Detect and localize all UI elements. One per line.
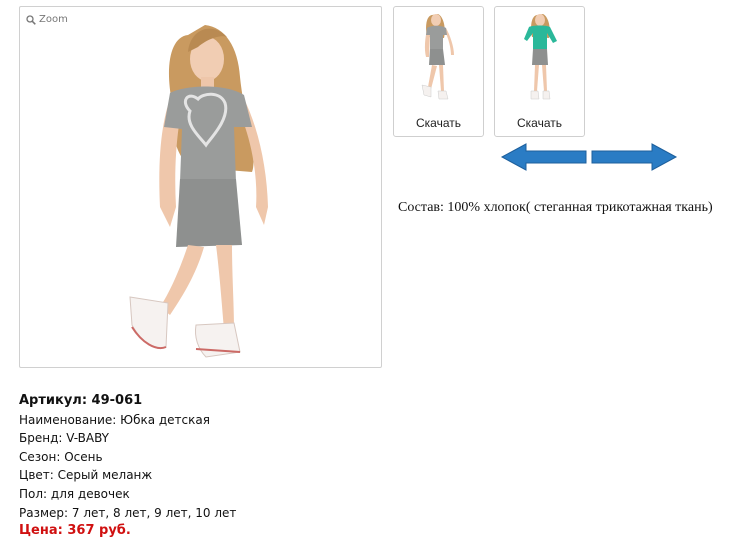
- carousel-arrows: [500, 143, 678, 171]
- arrow-left-icon[interactable]: [500, 143, 587, 171]
- arrow-right-icon[interactable]: [591, 143, 678, 171]
- thumbnail-1[interactable]: Скачать: [393, 6, 484, 137]
- product-color: Цвет: Серый меланж: [19, 468, 153, 483]
- product-price: Цена: 367 руб.: [19, 523, 131, 539]
- thumbnail-photo-grey-outfit: [421, 14, 454, 100]
- product-info: Артикул: 49-061 Наименование: Юбка детск…: [19, 392, 236, 541]
- product-name: Наименование: Юбка детская: [19, 412, 210, 427]
- product-gender: Пол: для девочек: [19, 486, 130, 501]
- product-season: Сезон: Осень: [19, 449, 103, 464]
- main-product-photo[interactable]: Zoom: [19, 6, 382, 368]
- download-link[interactable]: Скачать: [495, 116, 584, 130]
- girl-photo-illustration: [129, 25, 268, 358]
- thumbnail-photo-green-outfit: [524, 14, 557, 100]
- thumbnail-2[interactable]: Скачать: [494, 6, 585, 137]
- download-link[interactable]: Скачать: [394, 116, 483, 130]
- product-sizes: Размер: 7 лет, 8 лет, 9 лет, 10 лет: [19, 505, 237, 520]
- composition-text: Состав: 100% хлопок( стеганная трикотажн…: [398, 200, 713, 215]
- skirt-garment: [176, 179, 242, 247]
- product-brand: Бренд: V-BABY: [19, 431, 109, 446]
- article-number: Артикул: 49-061: [19, 393, 143, 408]
